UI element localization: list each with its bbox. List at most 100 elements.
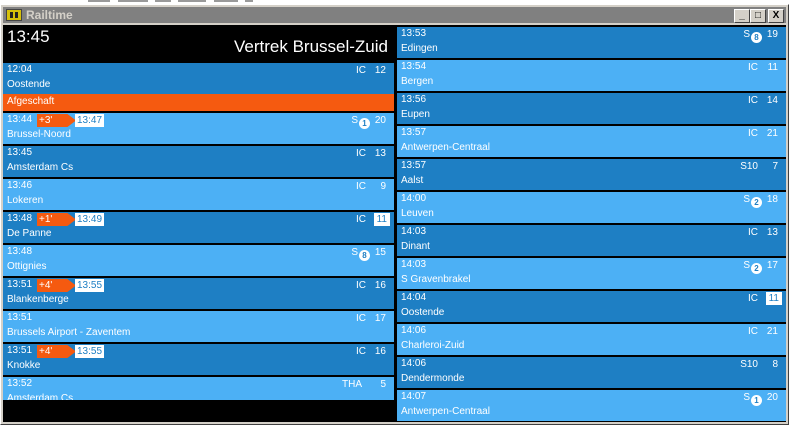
- left-departure-row[interactable]: 13:44 Brussel-Noord +3' 13:47 S 1 20: [3, 113, 394, 144]
- platform-number: 17: [374, 313, 386, 324]
- left-departure-row[interactable]: 13:51 Knokke +4' 13:55 IC 16: [3, 344, 394, 375]
- right-departure-row[interactable]: 13:56 Eupen IC 14: [397, 93, 786, 124]
- departure-time: 13:51: [7, 345, 33, 356]
- left-departure-row[interactable]: 13:45 Amsterdam Cs IC 13: [3, 146, 394, 177]
- platform-number: 21: [766, 128, 778, 139]
- departure-time: 14:04: [401, 292, 427, 303]
- destination-name: Knokke: [7, 360, 41, 371]
- destination-name: De Panne: [7, 228, 52, 239]
- departure-time: 14:06: [401, 358, 427, 369]
- window-title: Railtime: [26, 8, 73, 22]
- departure-time: 13:48: [7, 246, 33, 257]
- train-type: S10: [740, 161, 758, 172]
- destination-name: Edingen: [401, 43, 438, 54]
- train-type: IC: [356, 214, 366, 225]
- departure-time: 14:03: [401, 259, 427, 270]
- delay-value: +3': [39, 115, 53, 126]
- destination-name: Ottignies: [7, 261, 47, 272]
- delay-badge: +4': [37, 345, 76, 358]
- right-departure-row[interactable]: 13:57 Antwerpen-Centraal IC 21: [397, 126, 786, 157]
- train-type: S: [743, 29, 750, 40]
- destination-name: Oostende: [401, 307, 445, 318]
- train-type: THA: [342, 379, 362, 390]
- close-button[interactable]: X: [768, 9, 784, 23]
- train-type: S: [351, 115, 358, 126]
- train-type: IC: [748, 128, 758, 139]
- left-departure-row[interactable]: 13:46 Lokeren IC 9: [3, 179, 394, 210]
- expected-time: 13:49: [75, 213, 105, 226]
- line-number-icon: 8: [751, 32, 762, 43]
- left-departure-row[interactable]: 12:04 Oostende IC 12: [3, 63, 394, 94]
- board-footer: [3, 400, 394, 422]
- platform-number: 13: [766, 227, 778, 238]
- destination-name: Antwerpen-Centraal: [401, 406, 490, 417]
- board-header: 13:45 Vertrek Brussel-Zuid: [3, 25, 394, 61]
- title-bar[interactable]: Railtime _ □ X: [3, 7, 786, 23]
- departure-time: 14:00: [401, 193, 427, 204]
- platform-number: 13: [374, 148, 386, 159]
- train-type: IC: [748, 326, 758, 337]
- right-departure-row[interactable]: 14:07 Antwerpen-Centraal S 1 20: [397, 390, 786, 421]
- train-type: IC: [356, 148, 366, 159]
- board-title: Vertrek Brussel-Zuid: [234, 37, 388, 56]
- destination-name: Bergen: [401, 76, 434, 87]
- right-departure-row[interactable]: 14:04 Oostende IC 11: [397, 291, 786, 322]
- maximize-button[interactable]: □: [750, 9, 766, 23]
- destination-name: Leuven: [401, 208, 434, 219]
- platform-number: 19: [766, 29, 778, 40]
- departure-time: 13:51: [7, 312, 33, 323]
- platform-number: 11: [767, 62, 778, 73]
- line-number-icon: 2: [751, 197, 762, 208]
- left-departure-row[interactable]: 13:51 Blankenberge +4' 13:55 IC 16: [3, 278, 394, 309]
- departure-time: 13:53: [401, 28, 427, 39]
- train-type: IC: [748, 227, 758, 238]
- platform-number: 15: [374, 247, 386, 258]
- departure-time: 13:54: [401, 61, 427, 72]
- platform-number: 14: [766, 95, 778, 106]
- destination-name: Dinant: [401, 241, 430, 252]
- departure-time: 13:46: [7, 180, 33, 191]
- expected-time: 13:55: [75, 345, 105, 358]
- destination-name: Brussel-Noord: [7, 129, 71, 140]
- platform-number: 8: [772, 359, 778, 370]
- departure-time: 13:48: [7, 213, 33, 224]
- destination-name: Amsterdam Cs: [7, 162, 74, 173]
- train-type: IC: [356, 313, 366, 324]
- destination-name: Brussels Airport - Zaventem: [7, 327, 131, 338]
- platform-number: 18: [766, 194, 778, 205]
- line-number-icon: 1: [751, 395, 762, 406]
- right-departure-row[interactable]: 13:53 Edingen S 8 19: [397, 27, 786, 58]
- train-type: IC: [356, 346, 366, 357]
- right-departure-row[interactable]: 14:06 Charleroi-Zuid IC 21: [397, 324, 786, 355]
- platform-number: 5: [380, 379, 386, 390]
- left-departure-row[interactable]: 13:48 De Panne +1' 13:49 IC 11: [3, 212, 394, 243]
- platform-number: 16: [374, 280, 386, 291]
- destination-name: Antwerpen-Centraal: [401, 142, 490, 153]
- right-departure-row[interactable]: 13:57 Aalst S10 7: [397, 159, 786, 190]
- current-time: 13:45: [7, 27, 50, 46]
- departure-time: 14:06: [401, 325, 427, 336]
- destination-name: Lokeren: [7, 195, 44, 206]
- train-type: IC: [748, 95, 758, 106]
- platform-number: 16: [374, 346, 386, 357]
- departure-time: 13:57: [401, 160, 427, 171]
- right-departure-row[interactable]: 14:03 S Gravenbrakel S 2 17: [397, 258, 786, 289]
- left-departure-row[interactable]: 13:51 Brussels Airport - Zaventem IC 17: [3, 311, 394, 342]
- destination-name: Eupen: [401, 109, 430, 120]
- delay-value: +4': [39, 346, 53, 357]
- delay-badge: +1': [37, 213, 76, 226]
- platform-number: 20: [374, 115, 386, 126]
- right-departure-row[interactable]: 14:00 Leuven S 2 18: [397, 192, 786, 223]
- platform-number: 11: [373, 213, 390, 226]
- right-departure-row[interactable]: 14:03 Dinant IC 13: [397, 225, 786, 256]
- left-departure-row[interactable]: 13:48 Ottignies S 8 15: [3, 245, 394, 276]
- right-departure-row[interactable]: 14:06 Dendermonde S10 8: [397, 357, 786, 388]
- minimize-button[interactable]: _: [734, 9, 750, 23]
- destination-name: Blankenberge: [7, 294, 69, 305]
- delay-value: +1': [39, 214, 53, 225]
- right-departure-row[interactable]: 13:54 Bergen IC 11: [397, 60, 786, 91]
- train-type: S10: [740, 359, 758, 370]
- line-number-icon: 2: [751, 263, 762, 274]
- train-type: IC: [356, 65, 366, 76]
- delay-badge: +4': [37, 279, 76, 292]
